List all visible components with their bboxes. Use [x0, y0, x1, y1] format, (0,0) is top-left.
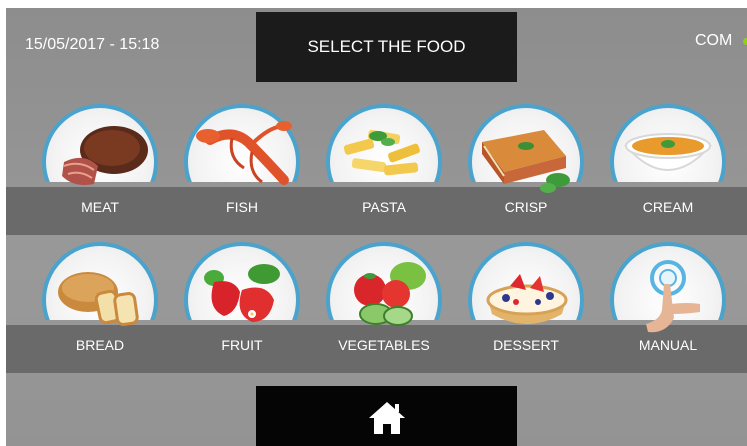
food-selection-screen: 15/05/2017 - 15:18 SELECT THE FOOD COM M… [6, 8, 747, 446]
food-label: PASTA [362, 199, 406, 215]
food-tile-fish[interactable]: FISH [182, 104, 302, 234]
bread-icon [58, 272, 139, 326]
food-label: FISH [226, 199, 258, 215]
food-label: DESSERT [493, 337, 559, 353]
food-tile-manual[interactable]: MANUAL [608, 242, 728, 372]
food-tile-meat[interactable]: MEAT [40, 104, 160, 234]
food-label: CREAM [642, 199, 694, 215]
food-tile-bread[interactable]: BREAD [40, 242, 160, 372]
lobster-icon [196, 121, 292, 185]
page-title-text: SELECT THE FOOD [307, 37, 466, 56]
com-status-indicator [743, 38, 747, 45]
food-label: VEGETABLES [338, 337, 430, 353]
home-button[interactable] [256, 386, 517, 446]
food-label: CRISP [504, 199, 548, 215]
pasta-icon [343, 129, 420, 176]
lasagna-icon [482, 130, 570, 193]
fruit-tart-icon [486, 274, 568, 324]
food-label: FRUIT [221, 337, 263, 353]
datetime-display: 15/05/2017 - 15:18 [25, 36, 160, 53]
strawberry-icon [204, 264, 280, 322]
food-tile-pasta[interactable]: PASTA [324, 104, 444, 234]
vegetables-icon [354, 262, 426, 326]
home-icon [368, 402, 405, 434]
food-tile-fruit[interactable]: FRUIT [182, 242, 302, 372]
food-tile-crisp[interactable]: CRISP [466, 104, 586, 234]
hand-touch-icon [646, 260, 700, 333]
food-tile-cream[interactable]: CREAM [608, 104, 728, 234]
soup-bowl-icon [623, 133, 713, 171]
page-title: SELECT THE FOOD [256, 12, 517, 82]
food-tile-dessert[interactable]: DESSERT [466, 242, 586, 372]
food-label: MEAT [81, 199, 119, 215]
food-tile-vegetables[interactable]: VEGETABLES [324, 242, 444, 372]
food-label: MANUAL [638, 337, 698, 353]
meat-icon [62, 126, 148, 185]
com-status-label: COM [695, 32, 733, 49]
food-label: BREAD [75, 337, 125, 353]
